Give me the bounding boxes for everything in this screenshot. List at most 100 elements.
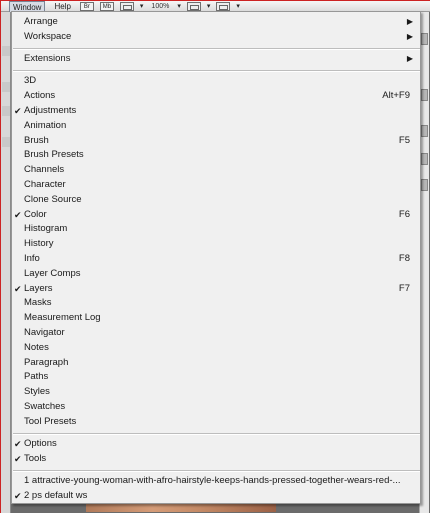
- menu-item-styles[interactable]: Styles: [12, 385, 420, 399]
- screen-mode-icon[interactable]: [216, 1, 231, 11]
- right-panel-mark: [421, 179, 428, 191]
- menu-item-label: Workspace: [24, 30, 72, 42]
- menu-item-masks[interactable]: Masks: [12, 296, 420, 310]
- menu-item-navigator[interactable]: Navigator: [12, 326, 420, 340]
- menu-item-label: Animation: [24, 119, 67, 131]
- left-toolbar-mark: [2, 137, 10, 147]
- checkmark-icon: ✔: [14, 209, 22, 220]
- chevron-down-icon[interactable]: ▾: [207, 2, 211, 11]
- menu-item-label: History: [24, 238, 54, 250]
- menu-item-label: Styles: [24, 386, 50, 398]
- menu-item-color[interactable]: ✔ Color F6: [12, 208, 420, 222]
- submenu-arrow-icon: ▶: [406, 31, 413, 41]
- menu-item-label: Masks: [24, 297, 52, 309]
- left-toolbar-mark: [2, 46, 10, 56]
- menu-item-1-attractive-young-woman-with-afro-hairstyle-keeps-hands-pressed-together-wears-red[interactable]: 1 attractive-young-woman-with-afro-hairs…: [12, 474, 420, 488]
- menu-item-paragraph[interactable]: Paragraph: [12, 356, 420, 370]
- menu-item-info[interactable]: Info F8: [12, 252, 420, 266]
- menu-item-adjustments[interactable]: ✔ Adjustments: [12, 104, 420, 118]
- arrange-documents-icon[interactable]: [186, 1, 201, 11]
- menu-item-actions[interactable]: Actions Alt+F9: [12, 89, 420, 103]
- right-panel-mark: [421, 33, 428, 45]
- menu-item-label: 2 ps default ws: [24, 490, 88, 501]
- menu-item-label: Navigator: [24, 327, 65, 338]
- checkmark-icon: ✔: [14, 491, 22, 501]
- checkmark-icon: ✔: [14, 439, 22, 450]
- menu-item-label: 3D: [24, 75, 37, 87]
- checkmark-icon: ✔: [14, 453, 22, 464]
- menu-item-3d[interactable]: 3D: [12, 74, 420, 88]
- left-toolbar-strip: [1, 11, 11, 513]
- chevron-down-icon[interactable]: ▾: [177, 2, 181, 11]
- menu-item-extensions[interactable]: Extensions ▶: [12, 52, 420, 66]
- menu-item-character[interactable]: Character: [12, 178, 420, 192]
- menu-item-label: Tools: [24, 452, 47, 464]
- menu-item-label: Actions: [24, 90, 56, 102]
- menu-item-label: Extensions: [24, 53, 71, 65]
- menu-item-arrange[interactable]: Arrange ▶: [12, 15, 420, 29]
- menu-separator: [13, 69, 420, 72]
- menu-item-tools[interactable]: ✔ Tools: [12, 452, 420, 466]
- menu-item-2-ps-default-ws[interactable]: ✔ 2 ps default ws: [12, 489, 420, 503]
- checkmark-icon: ✔: [14, 283, 22, 294]
- right-panel-mark: [421, 89, 428, 101]
- menu-item-label: Info: [24, 253, 40, 264]
- menu-separator: [13, 469, 420, 472]
- menu-item-channels[interactable]: Channels: [12, 163, 420, 177]
- menu-item-label: Clone Source: [24, 193, 82, 205]
- menu-item-histogram[interactable]: Histogram: [12, 222, 420, 236]
- menu-item-history[interactable]: History: [12, 237, 420, 251]
- menu-item-notes[interactable]: Notes: [12, 341, 420, 355]
- menu-item-label: Arrange: [24, 16, 58, 27]
- submenu-arrow-icon: ▶: [406, 54, 413, 64]
- menu-item-paths[interactable]: Paths: [12, 370, 420, 384]
- menu-item-label: Notes: [24, 341, 49, 353]
- menu-item-label: Adjustments: [24, 105, 77, 116]
- menu-item-tool-presets[interactable]: Tool Presets: [12, 415, 420, 429]
- chevron-down-icon[interactable]: ▾: [140, 2, 144, 11]
- menu-item-brush[interactable]: Brush F5: [12, 134, 420, 148]
- bridge-button[interactable]: Br: [79, 1, 94, 11]
- menu-item-measurement-log[interactable]: Measurement Log: [12, 311, 420, 325]
- menu-item-label: Color: [24, 208, 47, 220]
- menu-item-label: Layer Comps: [24, 267, 81, 279]
- menu-item-label: Channels: [24, 164, 65, 176]
- menu-item-options[interactable]: ✔ Options: [12, 437, 420, 451]
- menu-separator: [13, 432, 420, 435]
- menu-item-label: Measurement Log: [24, 312, 101, 324]
- view-extras-icon[interactable]: [119, 1, 134, 11]
- minibridge-button[interactable]: Mb: [99, 1, 114, 11]
- right-panel-mark: [421, 153, 428, 165]
- menu-item-shortcut: F7: [398, 282, 410, 294]
- menu-item-clone-source[interactable]: Clone Source: [12, 193, 420, 207]
- menu-item-shortcut: F6: [398, 208, 410, 220]
- menu-help[interactable]: Help: [51, 1, 73, 12]
- checkmark-icon: ✔: [14, 106, 22, 116]
- menu-item-label: Layers: [24, 282, 53, 294]
- menu-window[interactable]: Window: [9, 0, 46, 12]
- menu-item-label: Paragraph: [24, 356, 69, 368]
- chevron-down-icon[interactable]: ▾: [236, 2, 240, 11]
- menu-item-label: Options: [24, 438, 57, 450]
- menu-separator: [13, 47, 420, 50]
- menu-item-label: Brush Presets: [24, 149, 84, 161]
- menu-item-shortcut: F8: [398, 253, 410, 264]
- zoom-level-field[interactable]: 100%: [149, 2, 171, 11]
- menu-item-brush-presets[interactable]: Brush Presets: [12, 148, 420, 162]
- menu-item-workspace[interactable]: Workspace ▶: [12, 30, 420, 44]
- menu-item-label: Brush: [24, 134, 49, 146]
- menu-item-layer-comps[interactable]: Layer Comps: [12, 267, 420, 281]
- right-panel-mark: [421, 125, 428, 137]
- menu-item-shortcut: Alt+F9: [382, 90, 410, 102]
- menu-item-label: Paths: [24, 371, 49, 383]
- menu-item-swatches[interactable]: Swatches: [12, 400, 420, 414]
- menu-item-label: Swatches: [24, 401, 66, 412]
- menu-item-animation[interactable]: Animation: [12, 119, 420, 133]
- menu-item-label: Histogram: [24, 223, 68, 235]
- menu-item-label: Tool Presets: [24, 415, 77, 427]
- left-toolbar-mark: [2, 82, 10, 92]
- menu-item-label: Character: [24, 179, 66, 190]
- window-menu-dropdown: Arrange ▶ Workspace ▶ Extensions ▶ 3D Actions Al…: [11, 11, 421, 504]
- menu-item-layers[interactable]: ✔ Layers F7: [12, 282, 420, 296]
- menu-item-label: 1 attractive-young-woman-with-afro-hairs…: [24, 475, 401, 487]
